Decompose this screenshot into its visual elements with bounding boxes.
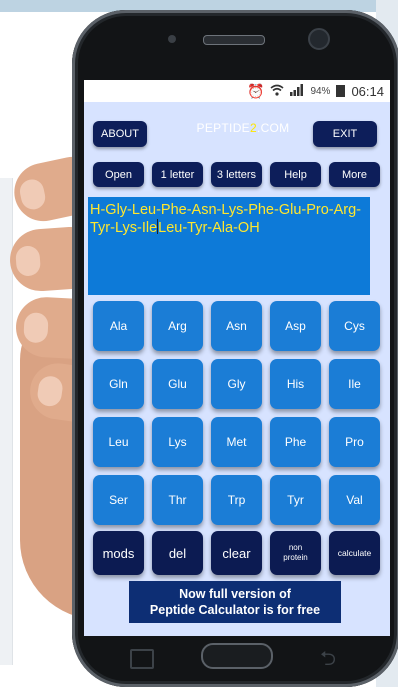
fingernail bbox=[36, 374, 65, 408]
three-letters-button[interactable]: 3 letters bbox=[211, 162, 262, 187]
aa-button-his[interactable]: His bbox=[270, 359, 321, 409]
app-logo: PEPTIDE2.COM bbox=[178, 121, 308, 135]
non-protein-label-line2: protein bbox=[283, 553, 308, 562]
recent-apps-icon[interactable] bbox=[130, 649, 154, 669]
proximity-sensor bbox=[168, 35, 176, 43]
aa-button-gly[interactable]: Gly bbox=[211, 359, 262, 409]
phone-screen: ⏰ 94% 06:14 ABOUT PEPTIDE2.COM EXIT Open… bbox=[84, 80, 390, 636]
aa-button-trp[interactable]: Trp bbox=[211, 475, 262, 525]
exit-button[interactable]: EXIT bbox=[313, 121, 377, 147]
aa-button-ala[interactable]: Ala bbox=[93, 301, 144, 351]
promo-banner[interactable]: Now full version of Peptide Calculator i… bbox=[129, 581, 341, 623]
back-icon[interactable]: ⮌ bbox=[320, 644, 336, 678]
promo-banner-line2: Peptide Calculator is for free bbox=[149, 603, 321, 617]
aa-button-gln[interactable]: Gln bbox=[93, 359, 144, 409]
non-protein-label-line1: non bbox=[288, 543, 303, 552]
aa-button-pro[interactable]: Pro bbox=[329, 417, 380, 467]
fingernail bbox=[23, 312, 49, 344]
open-button[interactable]: Open bbox=[93, 162, 144, 187]
aa-button-asn[interactable]: Asn bbox=[211, 301, 262, 351]
aa-button-tyr[interactable]: Tyr bbox=[270, 475, 321, 525]
promo-banner-line1: Now full version of bbox=[179, 587, 291, 601]
more-button[interactable]: More bbox=[329, 162, 380, 187]
aa-button-lys[interactable]: Lys bbox=[152, 417, 203, 467]
aa-button-phe[interactable]: Phe bbox=[270, 417, 321, 467]
aa-button-glu[interactable]: Glu bbox=[152, 359, 203, 409]
mods-button[interactable]: mods bbox=[93, 531, 144, 575]
clear-button[interactable]: clear bbox=[211, 531, 262, 575]
aa-button-ile[interactable]: Ile bbox=[329, 359, 380, 409]
battery-icon bbox=[336, 85, 346, 97]
status-time: 06:14 bbox=[351, 83, 384, 99]
aa-button-val[interactable]: Val bbox=[329, 475, 380, 525]
aa-button-met[interactable]: Met bbox=[211, 417, 262, 467]
wifi-icon bbox=[270, 84, 284, 99]
alarm-icon: ⏰ bbox=[247, 82, 265, 99]
home-button[interactable] bbox=[201, 643, 273, 669]
delete-button[interactable]: del bbox=[152, 531, 203, 575]
aa-button-ser[interactable]: Ser bbox=[93, 475, 144, 525]
aa-button-leu[interactable]: Leu bbox=[93, 417, 144, 467]
one-letter-button[interactable]: 1 letter bbox=[152, 162, 203, 187]
front-camera bbox=[308, 28, 330, 50]
phone-device: ⏰ 94% 06:14 ABOUT PEPTIDE2.COM EXIT Open… bbox=[72, 10, 398, 687]
non-protein-button[interactable]: non protein bbox=[270, 531, 321, 575]
earpiece-speaker bbox=[203, 35, 265, 45]
calculate-button[interactable]: calculate bbox=[329, 531, 380, 575]
hardware-nav-bar: ⮌ bbox=[72, 634, 398, 687]
fingernail bbox=[15, 245, 42, 277]
sequence-input[interactable]: H-Gly-Leu-Phe-Asn-Lys-Phe-Glu-Pro-Arg-Ty… bbox=[88, 197, 370, 295]
logo-text-part3: .COM bbox=[256, 121, 290, 135]
about-button[interactable]: ABOUT bbox=[93, 121, 147, 147]
battery-percent: 94% bbox=[310, 85, 331, 97]
aa-button-asp[interactable]: Asp bbox=[270, 301, 321, 351]
aa-button-cys[interactable]: Cys bbox=[329, 301, 380, 351]
status-bar: ⏰ 94% 06:14 bbox=[84, 80, 390, 102]
fingernail bbox=[17, 177, 48, 212]
aa-button-thr[interactable]: Thr bbox=[152, 475, 203, 525]
logo-text-part1: PEPTIDE bbox=[196, 121, 250, 135]
help-button[interactable]: Help bbox=[270, 162, 321, 187]
sequence-text-after-cursor: Leu-Tyr-Ala-OH bbox=[158, 220, 260, 236]
aa-button-arg[interactable]: Arg bbox=[152, 301, 203, 351]
logo-text-part2: 2 bbox=[249, 121, 257, 135]
signal-icon bbox=[290, 83, 304, 99]
